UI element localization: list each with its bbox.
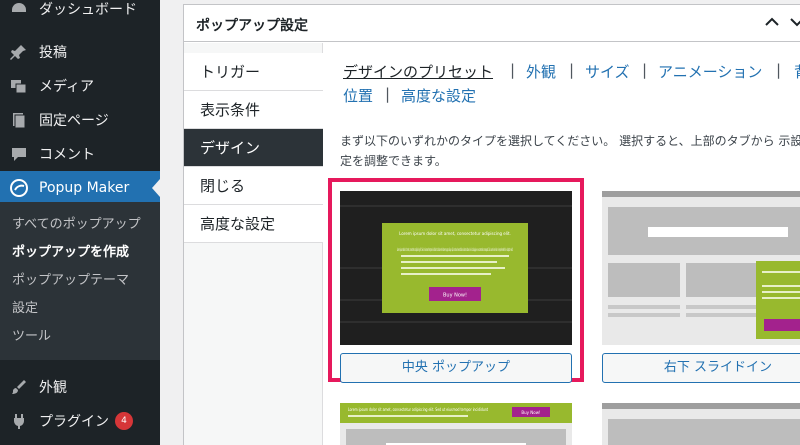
display-tab-content: デザインのプリセット | 外観 | サイズ | アニメーション | 背 位置 |… <box>324 43 800 445</box>
tab-close[interactable]: 閉じる <box>184 167 323 205</box>
pin-icon <box>8 42 30 62</box>
popup-maker-icon <box>8 178 30 198</box>
preview-bar-text: Lorem ipsum dolor sit amet, consectetur … <box>348 407 488 412</box>
menu-comments-label: コメント <box>39 147 95 163</box>
subtab-animation[interactable]: アニメーション <box>658 61 762 82</box>
menu-dashboard[interactable]: ダッシュボード <box>0 0 160 26</box>
menu-plugins-label: プラグイン <box>39 414 109 430</box>
preset-center-popup-button[interactable]: 中央 ポップアップ <box>340 353 572 383</box>
subtab-separator: | <box>510 61 516 79</box>
preview-lorem-title: Lorem ipsum dolor sit amet, consectetur … <box>399 231 511 236</box>
preview-bar-buy-now: Buy Now! <box>521 410 540 415</box>
preset-bottom-right-slidein-preview[interactable] <box>602 191 800 345</box>
preview-lorem-body: Lorem ipsum dolor sit amet, consectetur … <box>397 247 513 252</box>
tab-advanced[interactable]: 高度な設定 <box>184 205 323 243</box>
subtab-separator: | <box>569 61 575 79</box>
popup-maker-submenu: すべてのポップアップ ポップアップを作成 ポップアップテーマ 設定 ツール <box>0 202 160 360</box>
tab-triggers[interactable]: トリガー <box>184 53 323 91</box>
menu-appearance-label: 外観 <box>39 380 67 396</box>
subtab-clipped[interactable]: 背 <box>794 61 800 82</box>
subtab-size[interactable]: サイズ <box>585 61 630 82</box>
media-icon <box>8 76 30 96</box>
submenu-tools[interactable]: ツール <box>12 327 51 347</box>
preview-buy-now: Buy Now! <box>443 293 467 299</box>
subtab-advanced[interactable]: 高度な設定 <box>401 85 476 106</box>
submenu-settings[interactable]: 設定 <box>12 299 38 319</box>
postbox-title: ポップアップ設定 <box>196 18 308 34</box>
tab-display[interactable]: デザイン <box>184 129 323 167</box>
menu-dashboard-label: ダッシュボード <box>39 2 137 18</box>
subtab-appearance[interactable]: 外観 <box>526 61 556 82</box>
subtab-position[interactable]: 位置 <box>343 85 373 106</box>
preset-center-popup-preview[interactable]: Lorem ipsum dolor sit amet, consectetur … <box>340 191 572 345</box>
preset-top-bar-preview[interactable]: Lorem ipsum dolor sit amet, consectetur … <box>340 403 572 445</box>
comment-icon <box>8 144 30 164</box>
preset-bottom-right-slidein-button[interactable]: 右下 スライドイン <box>602 353 800 383</box>
menu-posts-label: 投稿 <box>39 45 67 61</box>
menu-popup-maker-label: Popup Maker <box>39 180 130 196</box>
subtab-separator: | <box>642 61 648 79</box>
popup-settings-box: ポップアップ設定 トリガー 表示条件 デザイン 閉じる 高度な設定 デザインのプ… <box>183 4 800 445</box>
subtab-separator: | <box>776 61 782 79</box>
menu-posts[interactable]: 投稿 <box>0 35 160 69</box>
menu-media[interactable]: メディア <box>0 69 160 103</box>
menu-plugins[interactable]: プラグイン 4 <box>0 404 160 438</box>
menu-media-label: メディア <box>39 79 95 95</box>
menu-pages[interactable]: 固定ページ <box>0 103 160 137</box>
menu-popup-maker[interactable]: Popup Maker <box>0 171 160 205</box>
subtab-presets[interactable]: デザインのプリセット <box>343 61 493 82</box>
preset-fourth-preview[interactable] <box>602 403 800 445</box>
pages-icon <box>8 110 30 130</box>
chevron-up-icon[interactable] <box>764 14 780 30</box>
menu-pages-label: 固定ページ <box>39 113 109 129</box>
submenu-all-popups[interactable]: すべてのポップアップ <box>12 215 141 235</box>
menu-comments[interactable]: コメント <box>0 137 160 171</box>
settings-vertical-tabs: トリガー 表示条件 デザイン 閉じる 高度な設定 <box>184 43 323 445</box>
preset-description: まず以下のいずれかのタイプを選択してください。 選択すると、上部のタブから 示設… <box>340 134 800 168</box>
postbox-header: ポップアップ設定 <box>184 5 800 42</box>
submenu-popup-themes[interactable]: ポップアップテーマ <box>12 271 129 291</box>
plugins-update-badge: 4 <box>115 412 133 430</box>
dashboard-icon <box>8 0 30 19</box>
submenu-add-popup[interactable]: ポップアップを作成 <box>12 243 129 263</box>
plug-icon <box>8 411 30 431</box>
subtab-separator: | <box>385 85 391 103</box>
menu-appearance[interactable]: 外観 <box>0 370 160 404</box>
chevron-down-icon[interactable] <box>789 14 800 30</box>
admin-sidebar: ダッシュボード 投稿 メディア 固定ページ コメント Popup Maker す… <box>0 0 160 445</box>
tab-targeting[interactable]: 表示条件 <box>184 91 323 129</box>
brush-icon <box>8 377 30 397</box>
